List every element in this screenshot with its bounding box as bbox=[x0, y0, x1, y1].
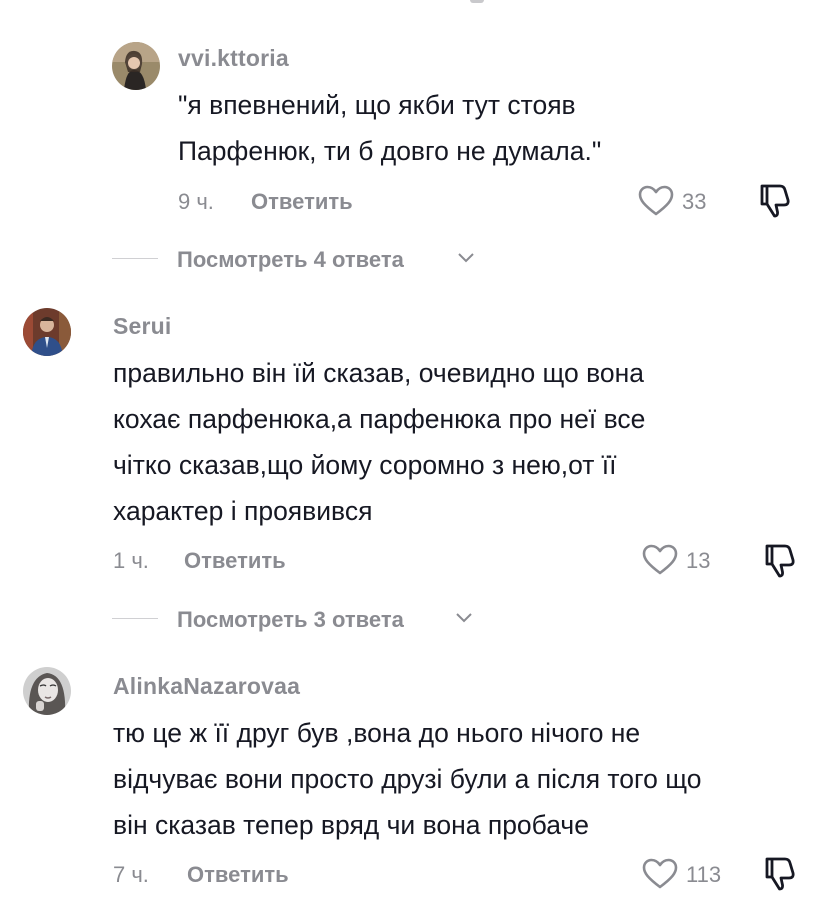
comment-text-line: правильно він їй сказав, очевидно що вон… bbox=[113, 358, 645, 388]
divider bbox=[112, 258, 158, 259]
comment-username[interactable]: Serui bbox=[113, 313, 172, 340]
comment-timestamp: 7 ч. bbox=[113, 862, 149, 887]
comment-timestamp: 9 ч. bbox=[178, 189, 214, 214]
reply-button[interactable]: Ответить bbox=[251, 189, 353, 215]
heart-outline-icon[interactable] bbox=[638, 185, 674, 217]
comment-text: тю це ж її друг був ,вона до нього нічог… bbox=[113, 710, 793, 848]
thumbs-down-outline-icon[interactable] bbox=[763, 542, 797, 578]
view-replies-button[interactable]: Посмотреть 3 ответа bbox=[177, 607, 404, 633]
comment-text-line: кохає парфенюка,а парфенюка про неї все bbox=[113, 404, 646, 434]
avatar[interactable] bbox=[112, 42, 160, 90]
avatar[interactable] bbox=[23, 667, 71, 715]
divider bbox=[112, 618, 158, 619]
comment-username[interactable]: vvi.kttoria bbox=[178, 45, 289, 72]
view-replies-button[interactable]: Посмотреть 4 ответа bbox=[177, 247, 404, 273]
reply-button[interactable]: Ответить bbox=[184, 548, 286, 574]
thumbs-down-outline-icon[interactable] bbox=[763, 855, 797, 891]
avatar[interactable] bbox=[23, 308, 71, 356]
comment-text-line: відчуває вони просто друзі були а після … bbox=[113, 764, 702, 794]
comment-username[interactable]: AlinkaNazarovaa bbox=[113, 673, 300, 700]
comment-timestamp: 1 ч. bbox=[113, 548, 149, 573]
comment-text-line: тю це ж її друг був ,вона до нього нічог… bbox=[113, 718, 641, 748]
chevron-down-icon[interactable] bbox=[455, 612, 473, 624]
chevron-down-icon[interactable] bbox=[457, 252, 475, 264]
comment-text-line: "я впевнений, що якби тут стояв bbox=[178, 90, 576, 120]
comment-text-line: він сказав тепер вряд чи вона пробаче bbox=[113, 810, 589, 840]
like-count: 13 bbox=[686, 548, 711, 573]
comment-item: Serui правильно він їй сказав, очевидно … bbox=[0, 290, 828, 650]
comment-text-line: чітко сказав,що йому соромно з нею,от її bbox=[113, 450, 617, 480]
comment-text: правильно він їй сказав, очевидно що вон… bbox=[113, 350, 793, 534]
comment-item: AlinkaNazarovaa тю це ж її друг був ,вон… bbox=[0, 650, 828, 910]
heart-outline-icon[interactable] bbox=[642, 858, 678, 890]
thumbs-down-outline-icon[interactable] bbox=[758, 182, 792, 218]
like-count: 33 bbox=[682, 189, 707, 214]
like-count: 113 bbox=[686, 862, 722, 887]
comment-text: "я впевнений, що якби тут стояв Парфенюк… bbox=[178, 82, 828, 174]
comment-item: vvi.kttoria "я впевнений, що якби тут ст… bbox=[0, 0, 828, 290]
reply-button[interactable]: Ответить bbox=[187, 862, 289, 888]
heart-outline-icon[interactable] bbox=[642, 544, 678, 576]
comment-text-line: характер і проявився bbox=[113, 496, 373, 526]
comment-text-line: Парфенюк, ти б довго не думала." bbox=[178, 136, 602, 166]
